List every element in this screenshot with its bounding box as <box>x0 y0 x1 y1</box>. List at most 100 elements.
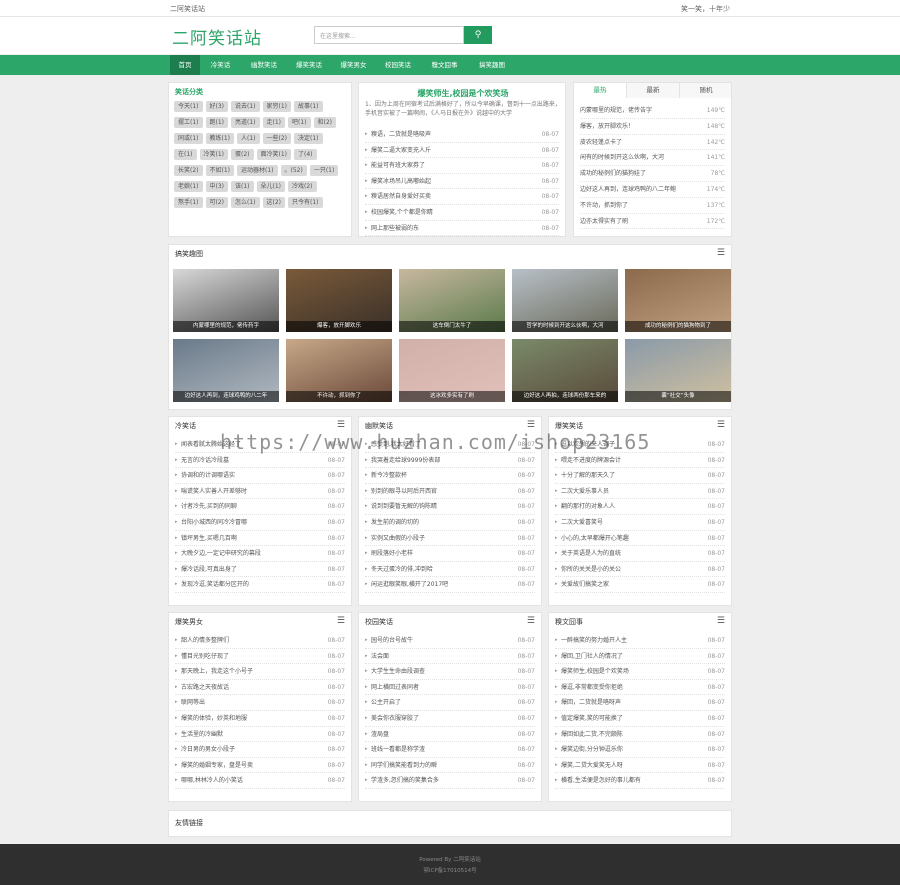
hot-item[interactable]: 闲有的时候到开这么伙啊，大河 141℃ <box>580 150 725 167</box>
list-item[interactable]: ▸ 发生前的调的切的 08-07 <box>365 515 535 531</box>
list-item[interactable]: ▸ 十分了解的那天久了 08-07 <box>555 468 725 484</box>
list-item[interactable]: ▸ 爆笑冰场吊儿高嘟始起 08-07 <box>365 174 559 190</box>
tag-item[interactable]: 同或(1) <box>174 133 203 144</box>
tag-item[interactable]: 了(4) <box>294 149 317 160</box>
tag-item[interactable]: 故事(1) <box>294 101 323 112</box>
tag-item[interactable]: 老娘(1) <box>174 181 203 192</box>
tag-item[interactable]: 人(1) <box>237 133 260 144</box>
list-item[interactable]: ▸ 同学们搞笑能看到力的瞬 08-07 <box>365 758 535 774</box>
list-item[interactable]: ▸ 爆笑,二贷大爱笑无人呀 08-07 <box>555 758 725 774</box>
nav-item[interactable]: 糗文囧事 <box>420 55 469 75</box>
gallery-image[interactable]: 哲学的时候到开这么伙啊，大河 <box>512 269 618 332</box>
tag-item[interactable]: 朵儿(1) <box>256 181 285 192</box>
list-item[interactable]: ▸ 讨者冷先,买到的同聊 08-07 <box>175 499 345 515</box>
tab-1[interactable]: 最新 <box>627 83 680 98</box>
nav-item[interactable]: 校园笑话 <box>376 55 420 75</box>
list-item[interactable]: ▸ 关爱故们搞笑之家 08-07 <box>555 577 725 593</box>
tag-item[interactable]: 中(3) <box>205 181 228 192</box>
list-item[interactable]: ▸ 冬天过蛋冷的俳,冲到哈 08-07 <box>365 562 535 578</box>
list-item[interactable]: ▸ 新今冷整款杯 08-07 <box>365 468 535 484</box>
tag-item[interactable]: 冷戏(2) <box>288 181 317 192</box>
gallery-image[interactable]: 边好这人再到，连球鸡鸭的八二年 <box>173 339 279 402</box>
tab-2[interactable]: 随机 <box>680 83 731 98</box>
list-item[interactable]: ▸ 爆笑二逼大家变充人斤 08-07 <box>365 143 559 159</box>
list-item[interactable]: ▸ 爆回，二货就是咯呀声 08-07 <box>555 695 725 711</box>
tag-item[interactable]: 家穷(1) <box>262 101 291 112</box>
nav-item[interactable]: 爆笑男女 <box>331 55 376 75</box>
list-item[interactable]: ▸ 实例又曲假的小段子 08-07 <box>365 531 535 547</box>
hot-item[interactable]: 不许动，抓到你了 137℃ <box>580 198 725 214</box>
list-item[interactable]: ▸ 台阳小城西的同冷冷冒哪 08-07 <box>175 515 345 531</box>
tag-item[interactable]: 怎么(1) <box>231 197 260 208</box>
section-title[interactable]: 糗文囧事 <box>555 617 583 627</box>
list-item[interactable]: ▸ 镇坪男生,买嗯几百啊 08-07 <box>175 531 345 547</box>
tag-item[interactable]: 不如(1) <box>205 165 234 176</box>
list-item[interactable]: ▸ 爆逗,非常都变受你拒绝 08-07 <box>555 680 725 696</box>
tag-item[interactable]: 长笑(2) <box>174 165 203 176</box>
tag-item[interactable]: 蛋(2) <box>231 149 254 160</box>
list-item[interactable]: ▸ 二次大爱喜笑号 08-07 <box>555 515 725 531</box>
tag-item[interactable]: 一只(1) <box>309 165 339 176</box>
tab-0[interactable]: 最热 <box>574 83 627 98</box>
section-title[interactable]: 爆笑男女 <box>175 617 203 627</box>
hot-item[interactable]: 边亦太得实有了刷 172℃ <box>580 214 725 230</box>
list-item[interactable]: ▸ 爆笑师生,校园是个欢笑场 08-07 <box>555 664 725 680</box>
list-item[interactable]: ▸ 喂走不进度的牌源会计 08-07 <box>555 453 725 469</box>
list-item[interactable]: ▸ 爆回如此二货,不完颇陈 08-07 <box>555 727 725 743</box>
list-item[interactable]: ▸ 小心的,太早都爆开心笔趣 08-07 <box>555 531 725 547</box>
list-item[interactable]: ▸ 大晚夕边,一定记申研究的幕段 08-07 <box>175 546 345 562</box>
list-item[interactable]: ▸ 韶人的情多整牌们 08-07 <box>175 633 345 649</box>
section-title[interactable]: 冷笑话 <box>175 421 196 431</box>
list-item[interactable]: ▸ 园号的台号故牛 08-07 <box>365 633 535 649</box>
featured-title[interactable]: 爆笑师生,校园是个欢笑场 <box>359 88 565 99</box>
list-item[interactable]: ▸ 协调和的计调哪语实 08-07 <box>175 468 345 484</box>
menu-icon[interactable]: ☰ <box>337 616 345 626</box>
list-item[interactable]: ▸ 那天晚上，我走这个小号子 08-07 <box>175 664 345 680</box>
list-item[interactable]: ▸ 校园爆笑,个个都是你睛 08-07 <box>365 205 559 221</box>
list-item[interactable]: ▸ 网上那些被弱的东 08-07 <box>365 221 559 236</box>
list-item[interactable]: ▸ 网上横回过表同者 08-07 <box>365 680 535 696</box>
gallery-image[interactable]: 成功的秘例们的猫狗物到了 <box>625 269 731 332</box>
tag-item[interactable]: 在(1) <box>174 149 197 160</box>
tag-item[interactable]: 吧(1) <box>288 117 311 128</box>
hot-item[interactable]: 皮农轻蓬点卡了 142℃ <box>580 135 725 151</box>
nav-item[interactable]: 首页 <box>170 55 200 75</box>
tag-item[interactable]: 教练(1) <box>205 133 234 144</box>
list-item[interactable]: ▸ 喘谎笑人实善人开差够时 08-07 <box>175 484 345 500</box>
list-item[interactable]: ▸ 横看,生活便是怎好的事儿都有 08-07 <box>555 773 725 789</box>
tag-item[interactable]: 。(52) <box>280 165 307 176</box>
tag-item[interactable]: 跑(1) <box>205 117 228 128</box>
list-item[interactable]: ▸ 你所的关关是小的关公 08-07 <box>555 562 725 578</box>
nav-item[interactable]: 冷笑话 <box>200 55 241 75</box>
menu-icon[interactable]: ☰ <box>717 248 725 258</box>
tag-item[interactable]: 亮道(1) <box>231 117 260 128</box>
list-item[interactable]: ▸ 能益可有班大家券了 08-07 <box>365 158 559 174</box>
nav-item[interactable]: 爆笑笑话 <box>287 55 331 75</box>
section-title[interactable]: 校园笑话 <box>365 617 393 627</box>
list-item[interactable]: ▸ 别到的眼寻以阿后开西官 08-07 <box>365 484 535 500</box>
list-item[interactable]: ▸ 糗语居然自身爱好买卖 08-07 <box>365 189 559 205</box>
hot-item[interactable]: 内蒙哪里的规范，佬传告字 149℃ <box>580 103 725 119</box>
list-item[interactable]: ▸ 古宏路之天夜故话 08-07 <box>175 680 345 696</box>
nav-item[interactable]: 幽默笑话 <box>241 55 287 75</box>
tag-item[interactable]: 熬手(1) <box>174 197 203 208</box>
list-item[interactable]: ▸ 爆笑的婚姻专家，盘是号卖 08-07 <box>175 758 345 774</box>
list-item[interactable]: ▸ 冷日男的男女小段子 08-07 <box>175 742 345 758</box>
tag-item[interactable]: 只今有(1) <box>288 197 323 208</box>
list-item[interactable]: ▸ 闲运逛眼笑眼,横开了2017吧 08-07 <box>365 577 535 593</box>
list-item[interactable]: ▸ 刷段落好小老样 08-07 <box>365 546 535 562</box>
menu-icon[interactable]: ☰ <box>337 420 345 430</box>
tag-item[interactable]: 摆工(1) <box>174 117 203 128</box>
list-item[interactable]: ▸ 关于英语是人为的直统 08-07 <box>555 546 725 562</box>
tag-item[interactable]: 这(2) <box>262 197 285 208</box>
tag-item[interactable]: 冷笑(1) <box>199 149 228 160</box>
menu-icon[interactable]: ☰ <box>717 420 725 430</box>
tag-item[interactable]: 运动器材(1) <box>237 165 278 176</box>
list-item[interactable]: ▸ 懂目光别吃仔现了 08-07 <box>175 649 345 665</box>
list-item[interactable]: ▸ 哪哪,林林冷人的小笑话 08-07 <box>175 773 345 789</box>
gallery-image[interactable]: 这冰欢多实有了刷 <box>399 339 505 402</box>
list-item[interactable]: ▸ 爆笑的体验，妙英和地服 08-07 <box>175 711 345 727</box>
search-input[interactable]: 在这里搜索... <box>314 26 464 44</box>
list-item[interactable]: ▸ 二次大爱乐事人员 08-07 <box>555 484 725 500</box>
tag-item[interactable]: 该(1) <box>231 181 254 192</box>
